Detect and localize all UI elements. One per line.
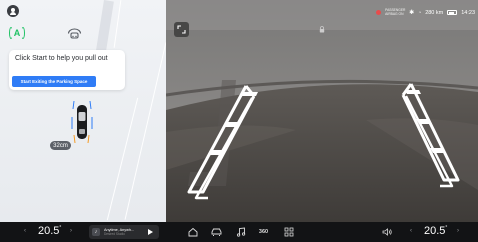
camera-switch-button[interactable] xyxy=(174,22,189,37)
bottom-dock: ‹ 20.5° › ♪ Anytime, Anywh... Desired St… xyxy=(0,222,478,242)
status-bar: PASSENGER AIRBAG ON ✱ ◔ 280 km 14:23 xyxy=(376,8,475,17)
left-temperature[interactable]: 20.5° xyxy=(38,225,61,237)
camera-feed xyxy=(166,0,478,222)
clock-text: 14:23 xyxy=(461,9,475,16)
airbag-status-text: PASSENGER AIRBAG ON xyxy=(385,8,406,16)
home-icon[interactable] xyxy=(187,227,198,237)
media-player[interactable]: ♪ Anytime, Anywh... Desired Studio xyxy=(89,225,159,239)
parking-line xyxy=(106,97,139,221)
right-temperature[interactable]: 20.5° xyxy=(424,225,447,237)
airbag-warning-icon xyxy=(376,10,382,16)
pull-out-hint-card: Click Start to help you pull out Start E… xyxy=(9,50,125,90)
lock-icon xyxy=(319,26,325,33)
parking-assist-panel: A Click Start to help you pull out Start… xyxy=(0,0,166,222)
distance-badge: 32cm xyxy=(50,141,71,150)
vehicle-icon xyxy=(71,100,93,144)
auto-park-icon[interactable]: A xyxy=(9,27,25,39)
surround-view-icon[interactable]: 360 xyxy=(258,227,269,237)
wifi-icon: ◔ xyxy=(418,9,422,16)
hint-text: Click Start to help you pull out xyxy=(15,55,108,62)
parking-line xyxy=(124,42,166,220)
start-exiting-button[interactable]: Start Exiting the Parking Space xyxy=(12,76,96,87)
music-icon[interactable] xyxy=(235,227,246,237)
parking-line xyxy=(113,0,122,48)
range-text: 280 km xyxy=(425,9,444,16)
left-temp-decrease-icon[interactable]: ‹ xyxy=(24,228,26,234)
user-icon xyxy=(11,7,15,12)
right-temp-increase-icon[interactable]: › xyxy=(457,228,459,234)
apps-grid-icon[interactable] xyxy=(283,227,294,237)
right-temp-decrease-icon[interactable]: ‹ xyxy=(410,228,412,234)
media-subtitle: Desired Studio xyxy=(104,232,125,237)
music-note-icon: ♪ xyxy=(92,228,100,236)
play-icon[interactable] xyxy=(148,229,153,235)
car-icon[interactable] xyxy=(211,227,222,237)
expand-icon xyxy=(177,25,186,34)
left-temp-increase-icon[interactable]: › xyxy=(70,228,72,234)
parking-sensor-icon[interactable] xyxy=(67,27,82,39)
battery-icon xyxy=(447,10,458,16)
bluetooth-icon: ✱ xyxy=(409,10,415,17)
volume-icon[interactable] xyxy=(382,227,393,237)
rear-camera-view: PASSENGER AIRBAG ON ✱ ◔ 280 km 14:23 xyxy=(166,0,478,222)
profile-button[interactable] xyxy=(7,5,19,17)
